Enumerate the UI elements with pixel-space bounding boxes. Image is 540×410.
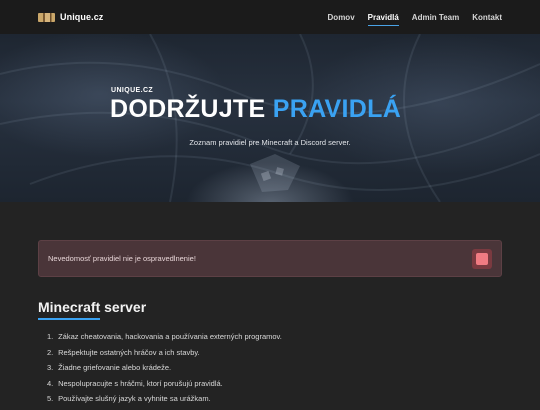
brand-name: Unique.cz	[60, 12, 104, 22]
rules-list: 1. Zákaz cheatovania, hackovania a použí…	[38, 332, 282, 410]
alert-text: Nevedomosť pravidiel nie je ospravedlnen…	[48, 254, 196, 263]
rule-number: 4.	[47, 378, 54, 388]
hero-title-white: DODRŽUJTE	[110, 95, 266, 123]
rule-item: 1. Zákaz cheatovania, hackovania a použí…	[38, 332, 282, 348]
rule-item: 2. Rešpektujte ostatných hráčov a ich st…	[38, 348, 282, 364]
section-title: Minecraft server	[38, 299, 147, 315]
nav-link-kontakt[interactable]: Kontakt	[472, 13, 502, 22]
alert-banner: Nevedomosť pravidiel nie je ospravedlnen…	[38, 240, 502, 277]
rule-number: 2.	[47, 347, 54, 357]
hero-title-blue: PRAVIDLÁ	[272, 95, 402, 123]
hero-banner: UNIQUE.CZ DODRŽUJTE PRAVIDLÁ Zoznam prav…	[0, 34, 540, 202]
alert-close-button[interactable]	[472, 249, 492, 269]
brand-logo	[38, 12, 55, 22]
rule-item: 4. Nespolupracujte s hráčmi, ktorí poruš…	[38, 379, 282, 395]
close-icon	[476, 253, 488, 265]
rule-number: 1.	[47, 332, 54, 341]
rule-text: Nespolupracujte s hráčmi, ktorí porušujú…	[58, 378, 223, 388]
nav-links: Domov Pravidlá Admin Team Kontakt	[315, 0, 502, 34]
hero-site-label: UNIQUE.CZ	[111, 87, 154, 94]
hero-subtitle: Zoznam pravidiel pre Minecraft a Discord…	[189, 138, 351, 147]
rule-text: Rešpektujte ostatných hráčov a ich stavb…	[58, 347, 200, 357]
nav-link-domov[interactable]: Domov	[328, 13, 355, 22]
rule-text: Používajte slušný jazyk a vyhnite sa urá…	[58, 394, 211, 403]
navbar: Unique.cz Domov Pravidlá Admin Team Kont…	[0, 0, 540, 34]
rule-text: Zákaz cheatovania, hackovania a používan…	[58, 332, 282, 341]
hero-title: DODRŽUJTE PRAVIDLÁ	[110, 95, 401, 124]
rule-text: Žiadne griefovanie alebo krádeže.	[58, 363, 172, 372]
brand[interactable]: Unique.cz	[38, 12, 103, 22]
rule-number: 3.	[47, 363, 54, 372]
rule-item: 5. Používajte slušný jazyk a vyhnite sa …	[38, 394, 282, 410]
nav-link-admin-team[interactable]: Admin Team	[412, 13, 459, 22]
nav-link-pravidla[interactable]: Pravidlá	[367, 13, 399, 26]
section-underline	[38, 318, 100, 320]
rule-item: 3. Žiadne griefovanie alebo krádeže.	[38, 363, 282, 379]
rule-number: 5.	[47, 394, 54, 403]
